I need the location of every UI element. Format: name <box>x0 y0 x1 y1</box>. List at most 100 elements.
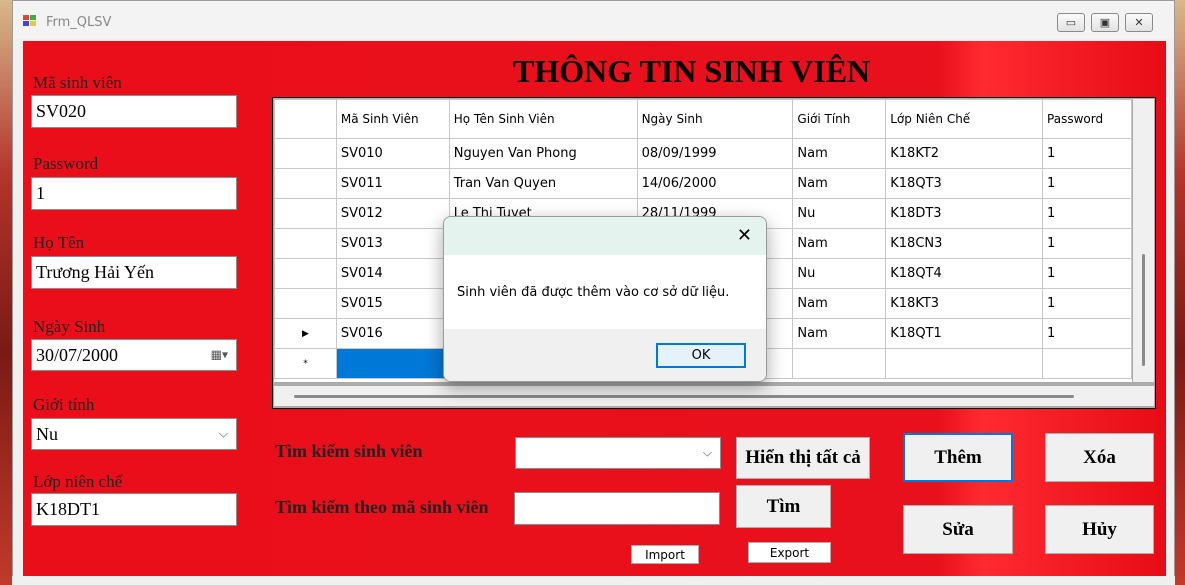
minimize-button[interactable]: ▭ <box>1057 13 1085 32</box>
column-header[interactable]: Giới Tính <box>792 99 887 139</box>
table-cell[interactable]: SV013 <box>335 228 450 259</box>
close-icon: ✕ <box>1134 17 1144 29</box>
import-button[interactable]: Import <box>631 545 699 564</box>
show-all-button[interactable]: Hiển thị tất cả <box>736 437 870 479</box>
ma-sv-input[interactable]: SV020 <box>31 95 237 128</box>
delete-button[interactable]: Xóa <box>1045 433 1154 482</box>
table-cell[interactable]: SV011 <box>335 168 450 199</box>
table-cell[interactable]: SV012 <box>335 198 450 229</box>
table-cell[interactable]: Nam <box>792 288 887 319</box>
table-cell[interactable]: 14/06/2000 <box>636 168 794 199</box>
table-cell[interactable]: K18KT3 <box>885 288 1044 319</box>
table-cell[interactable]: 08/09/1999 <box>636 138 794 169</box>
table-cell[interactable] <box>792 348 887 379</box>
password-input[interactable]: 1 <box>31 177 237 210</box>
edit-button[interactable]: Sửa <box>903 505 1013 554</box>
vertical-scrollbar[interactable] <box>1133 99 1154 382</box>
row-header[interactable] <box>274 228 337 259</box>
column-header[interactable]: Ngày Sinh <box>636 99 794 139</box>
table-row[interactable]: SV011 Tran Van Quyen 14/06/2000 Nam K18Q… <box>274 168 1132 199</box>
status-strip <box>12 576 1175 585</box>
table-cell[interactable]: SV010 <box>335 138 450 169</box>
table-cell[interactable]: K18DT3 <box>885 198 1044 229</box>
minimize-icon: ▭ <box>1065 17 1077 29</box>
table-cell[interactable]: Nu <box>792 258 887 289</box>
column-header[interactable]: Password <box>1042 99 1132 139</box>
horizontal-scroll-thumb[interactable] <box>294 395 1074 398</box>
table-cell[interactable]: Nam <box>792 168 887 199</box>
ok-button[interactable]: OK <box>656 343 746 368</box>
row-header-corner <box>274 99 337 139</box>
column-header[interactable]: Mã Sinh Viên <box>335 99 450 139</box>
table-cell[interactable]: SV016 <box>335 318 450 349</box>
maximize-icon: ▣ <box>1099 17 1111 29</box>
add-button[interactable]: Thêm <box>903 433 1013 482</box>
dialog-title-bar: ✕ <box>444 217 766 255</box>
table-cell[interactable]: Nam <box>792 138 887 169</box>
ho-ten-input[interactable]: Trương Hải Yến <box>31 256 237 289</box>
gioi-tinh-label: Giới tính <box>33 395 95 414</box>
table-cell[interactable]: 1 <box>1042 318 1132 349</box>
chevron-down-icon[interactable]: ⌵ <box>219 427 228 442</box>
current-row-marker[interactable]: ▶ <box>274 318 337 349</box>
search-select[interactable]: ⌵ <box>515 437 721 469</box>
ma-sv-label: Mã sinh viên <box>33 73 122 92</box>
row-header[interactable] <box>274 198 337 229</box>
table-cell[interactable] <box>1042 348 1132 379</box>
table-cell[interactable]: 1 <box>1042 258 1132 289</box>
table-cell[interactable]: Nam <box>792 228 887 259</box>
ngay-sinh-value: 30/07/2000 <box>36 344 119 365</box>
table-cell[interactable]: 1 <box>1042 168 1132 199</box>
cancel-button[interactable]: Hủy <box>1045 505 1154 554</box>
ngay-sinh-label: Ngày Sinh <box>33 317 106 336</box>
lop-label: Lớp niên chế <box>33 472 123 491</box>
ho-ten-label: Họ Tên <box>33 233 85 252</box>
table-cell[interactable]: Nu <box>792 198 887 229</box>
table-cell[interactable] <box>885 348 1044 379</box>
table-cell[interactable]: 1 <box>1042 288 1132 319</box>
search-id-input[interactable] <box>514 492 720 525</box>
close-button[interactable]: ✕ <box>1125 13 1153 32</box>
table-cell[interactable]: Nam <box>792 318 887 349</box>
lop-input[interactable]: K18DT1 <box>31 493 237 526</box>
table-cell[interactable]: K18CN3 <box>885 228 1044 259</box>
table-cell[interactable]: K18QT3 <box>885 168 1044 199</box>
table-row[interactable]: SV010 Nguyen Van Phong 08/09/1999 Nam K1… <box>274 138 1132 169</box>
table-cell[interactable]: K18QT1 <box>885 318 1044 349</box>
gioi-tinh-select[interactable]: Nu ⌵ <box>31 418 237 450</box>
title-bar: Frm_QLSV ▭ ▣ ✕ <box>13 1 1174 39</box>
table-cell[interactable]: Nguyen Van Phong <box>448 138 638 169</box>
search-label: Tìm kiếm sinh viên <box>275 441 423 461</box>
new-row-marker[interactable]: * <box>274 348 337 379</box>
horizontal-scrollbar[interactable] <box>274 386 1154 406</box>
table-cell[interactable]: Tran Van Quyen <box>448 168 638 199</box>
column-header[interactable]: Họ Tên Sinh Viên <box>448 99 638 139</box>
find-button[interactable]: Tìm <box>736 485 831 528</box>
table-cell[interactable]: 1 <box>1042 228 1132 259</box>
row-header[interactable] <box>274 288 337 319</box>
table-cell[interactable]: K18KT2 <box>885 138 1044 169</box>
table-cell[interactable]: K18QT4 <box>885 258 1044 289</box>
table-cell[interactable]: SV015 <box>335 288 450 319</box>
row-header[interactable] <box>274 258 337 289</box>
selected-cell[interactable] <box>335 348 450 379</box>
calendar-icon[interactable]: ▦▾ <box>211 348 228 363</box>
table-cell[interactable]: 1 <box>1042 138 1132 169</box>
password-label: Password <box>33 154 99 173</box>
table-cell[interactable]: 1 <box>1042 198 1132 229</box>
row-header[interactable] <box>274 138 337 169</box>
chevron-down-icon[interactable]: ⌵ <box>703 446 712 461</box>
app-icon <box>23 15 37 27</box>
gioi-tinh-value: Nu <box>36 423 58 444</box>
search-by-id-label: Tìm kiếm theo mã sinh viên <box>275 497 489 517</box>
row-header[interactable] <box>274 168 337 199</box>
export-button[interactable]: Export <box>748 542 831 563</box>
column-header[interactable]: Lớp Niên Chế <box>885 99 1044 139</box>
close-icon[interactable]: ✕ <box>737 225 752 246</box>
vertical-scroll-thumb[interactable] <box>1142 254 1145 366</box>
message-dialog: ✕ Sinh viên đã được thêm vào cơ sở dữ li… <box>443 216 767 382</box>
ngay-sinh-datepicker[interactable]: 30/07/2000 ▦▾ <box>31 339 237 371</box>
maximize-button[interactable]: ▣ <box>1091 13 1119 32</box>
dialog-message: Sinh viên đã được thêm vào cơ sở dữ liệu… <box>457 285 730 300</box>
table-cell[interactable]: SV014 <box>335 258 450 289</box>
